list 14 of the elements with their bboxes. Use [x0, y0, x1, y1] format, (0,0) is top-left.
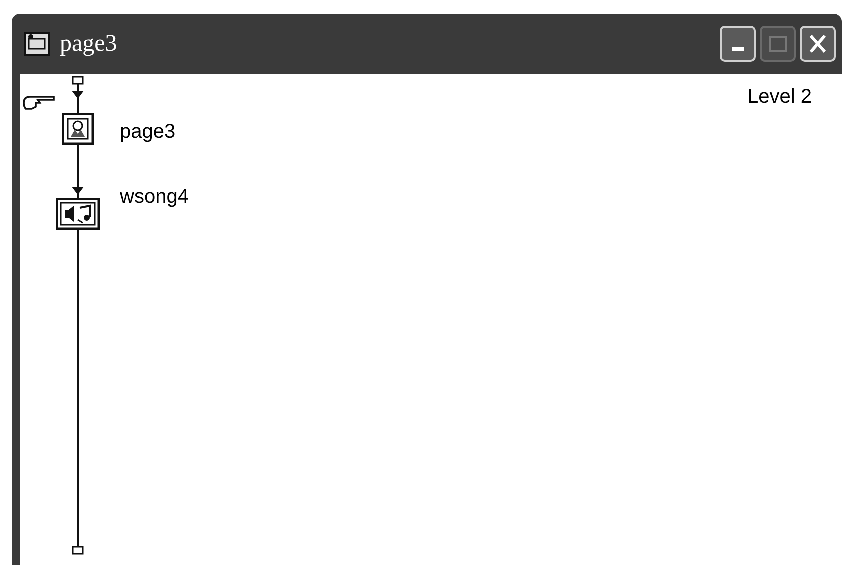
level-label: Level 2	[748, 85, 812, 110]
minimize-icon	[732, 47, 744, 51]
pointing-hand-icon[interactable]	[22, 94, 56, 112]
window-icon	[24, 32, 50, 56]
window-title: page3	[60, 30, 118, 59]
icon-label: page3	[120, 120, 176, 145]
close-button[interactable]	[800, 26, 836, 62]
maximize-icon	[769, 35, 787, 53]
sound-icon[interactable]	[56, 198, 100, 230]
display-icon[interactable]	[62, 113, 94, 145]
icon-label: wsong4	[120, 185, 189, 210]
close-icon	[809, 35, 827, 53]
flowline-segment	[71, 145, 85, 198]
minimize-button[interactable]	[720, 26, 756, 62]
